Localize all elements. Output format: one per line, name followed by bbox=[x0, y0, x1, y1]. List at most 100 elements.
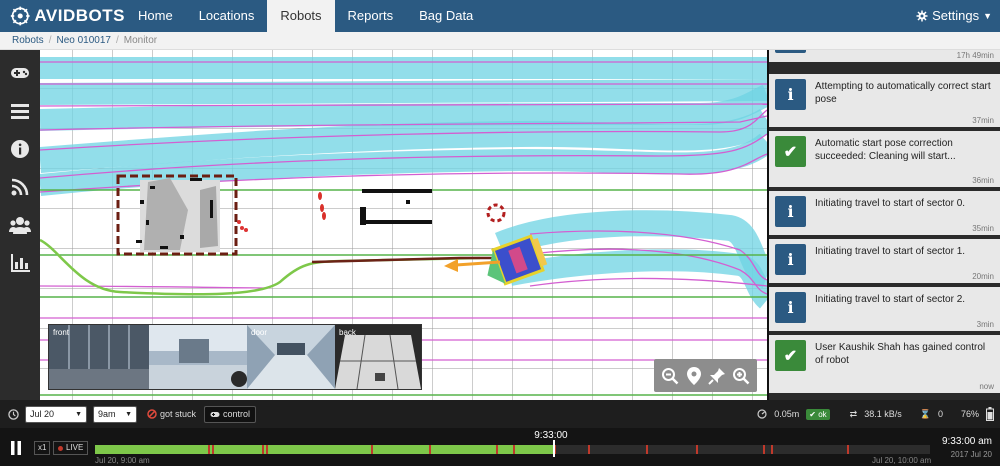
event-item[interactable]: i Initiating travel to start of sector 1… bbox=[769, 239, 1000, 285]
date-select[interactable]: Jul 20 ▼ bbox=[25, 405, 87, 423]
event-time: 36min bbox=[972, 176, 994, 185]
control-button[interactable]: control bbox=[204, 405, 257, 423]
ban-icon bbox=[147, 409, 157, 419]
nav-locations[interactable]: Locations bbox=[186, 0, 268, 32]
live-dot-icon bbox=[58, 445, 63, 451]
camera-door-label: door bbox=[251, 328, 268, 337]
settings-label: Settings bbox=[932, 8, 980, 23]
camera-back[interactable]: back bbox=[335, 325, 421, 389]
exchange-icon: ⇄ bbox=[849, 408, 858, 419]
settings-menu[interactable]: Settings ▼ bbox=[916, 0, 992, 32]
list-icon[interactable] bbox=[9, 100, 31, 122]
event-time: 37min bbox=[972, 116, 994, 125]
event-time: 17h 49min bbox=[956, 51, 994, 60]
nav-bag-data[interactable]: Bag Data bbox=[406, 0, 486, 32]
brand-logo[interactable]: AVIDBOTS bbox=[0, 0, 125, 32]
bandwidth-value: 38.1 kB/s bbox=[864, 409, 902, 419]
timeline-event-marker[interactable] bbox=[696, 445, 699, 454]
date-value: Jul 20 bbox=[30, 408, 55, 419]
clock-icon bbox=[8, 408, 19, 420]
event-message: Initiating travel to start of sector 2. bbox=[815, 294, 966, 305]
event-item[interactable]: ✔ Automatic start pose correction succee… bbox=[769, 131, 1000, 189]
info-icon: i bbox=[775, 79, 806, 110]
caret-down-icon: ▼ bbox=[983, 11, 992, 21]
timeline-event-marker[interactable] bbox=[429, 445, 431, 454]
timeline-event-marker[interactable] bbox=[266, 445, 269, 454]
event-time: 35min bbox=[972, 224, 994, 233]
camera-front[interactable]: front bbox=[49, 325, 149, 389]
got-stuck-label: got stuck bbox=[160, 409, 197, 419]
breadcrumb-current: Monitor bbox=[123, 35, 158, 46]
timeline-event-marker[interactable] bbox=[262, 445, 264, 454]
nav-robots[interactable]: Robots bbox=[267, 0, 335, 32]
event-item[interactable]: i Initiating travel to start of sector 2… bbox=[769, 287, 1000, 333]
event-message: User Kaushik Shah has gained control of … bbox=[815, 342, 986, 366]
pushpin-icon[interactable] bbox=[707, 366, 727, 386]
timeline-event-marker[interactable] bbox=[211, 445, 214, 454]
gear-icon bbox=[916, 10, 928, 22]
event-time: now bbox=[979, 382, 994, 391]
timeline-event-marker[interactable] bbox=[370, 445, 373, 454]
timeline-event-marker[interactable] bbox=[846, 445, 849, 454]
check-icon: ✔ bbox=[809, 409, 816, 419]
breadcrumb-robot[interactable]: Neo 010017 bbox=[56, 35, 111, 46]
got-stuck-filter[interactable]: got stuck bbox=[147, 409, 196, 419]
event-message: Attempting to automatically correct star… bbox=[815, 81, 991, 105]
brand-name: AVIDBOTS bbox=[34, 6, 125, 25]
map-controls bbox=[654, 359, 757, 392]
rss-icon[interactable] bbox=[9, 176, 31, 198]
zoom-out-icon[interactable] bbox=[660, 366, 680, 386]
battery-icon bbox=[986, 407, 994, 421]
event-time: 20min bbox=[972, 272, 994, 281]
bag-count-value: 0 bbox=[937, 409, 943, 419]
timeline-cursor[interactable] bbox=[553, 440, 556, 457]
timeline-end-label: Jul 20, 10:00 am bbox=[872, 456, 932, 465]
speed-button[interactable]: x1 bbox=[34, 441, 51, 455]
event-time: 3min bbox=[976, 320, 994, 329]
camera-back-label: back bbox=[339, 328, 356, 337]
event-item[interactable]: ✔ User Kaushik Shah has gained control o… bbox=[769, 335, 1000, 395]
timeline-event-marker[interactable] bbox=[771, 445, 774, 454]
robot-gear-icon bbox=[10, 6, 30, 26]
checkmark-icon: ✔ bbox=[775, 340, 806, 371]
gamepad-icon bbox=[210, 411, 220, 417]
event-item[interactable]: i 17h 49min bbox=[769, 50, 1000, 64]
info-icon: i bbox=[775, 244, 806, 275]
status-ok-label: ok bbox=[818, 409, 827, 419]
event-item[interactable]: i Initiating travel to start of sector 0… bbox=[769, 191, 1000, 237]
timeline-event-marker[interactable] bbox=[207, 445, 210, 454]
timeline-event-marker[interactable] bbox=[646, 445, 649, 454]
nav-reports[interactable]: Reports bbox=[335, 0, 407, 32]
timeline-event-marker[interactable] bbox=[512, 445, 515, 454]
timeline-bar: x1 LIVE 9:33:00 Jul 20, 9:00 am Jul 20, … bbox=[0, 428, 1000, 466]
battery-value: 76% bbox=[960, 409, 979, 419]
pause-icon[interactable] bbox=[10, 441, 22, 460]
location-pin-icon[interactable] bbox=[684, 366, 704, 386]
timeline-cursor-time: 9:33:00 bbox=[534, 430, 568, 441]
current-date: 2017 Jul 20 bbox=[950, 450, 992, 459]
robot-map[interactable]: front door back bbox=[40, 50, 767, 400]
checkmark-icon: ✔ bbox=[775, 136, 806, 167]
camera-front-label: front bbox=[53, 328, 70, 337]
camera-door[interactable]: door bbox=[247, 325, 335, 389]
caret-down-icon: ▼ bbox=[75, 410, 82, 418]
timeline-event-marker[interactable] bbox=[587, 445, 590, 454]
bar-chart-icon[interactable] bbox=[9, 252, 31, 274]
info-icon[interactable] bbox=[9, 138, 31, 160]
timeline-event-marker[interactable] bbox=[763, 445, 765, 454]
nav-home[interactable]: Home bbox=[125, 0, 186, 32]
live-button[interactable]: LIVE bbox=[53, 441, 89, 455]
camera-side[interactable] bbox=[149, 325, 247, 389]
timeline-progress bbox=[95, 445, 555, 454]
timeline-track[interactable] bbox=[95, 440, 930, 457]
timeline-event-marker[interactable] bbox=[495, 445, 498, 454]
event-item[interactable]: i Attempting to automatically correct st… bbox=[769, 74, 1000, 129]
zoom-in-icon[interactable] bbox=[731, 366, 751, 386]
left-sidebar bbox=[0, 50, 40, 400]
breadcrumb-robots[interactable]: Robots bbox=[12, 35, 44, 46]
live-label: LIVE bbox=[66, 443, 84, 452]
users-icon[interactable] bbox=[9, 214, 31, 236]
event-message: Automatic start pose correction succeede… bbox=[815, 138, 956, 162]
gamepad-icon[interactable] bbox=[9, 62, 31, 84]
hour-select[interactable]: 9am ▼ bbox=[93, 405, 137, 423]
